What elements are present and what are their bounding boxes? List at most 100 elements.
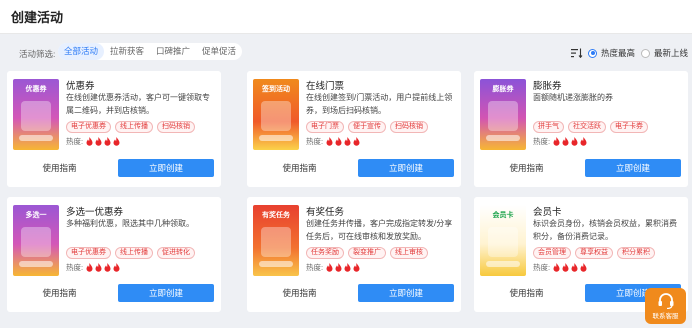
activity-tag: 扫码核销 xyxy=(390,121,428,133)
activity-tags: 电子优惠券 线上传播 促进转化 xyxy=(66,247,195,259)
activity-title: 膨胀券 xyxy=(533,81,562,92)
heat-rating: 热度: xyxy=(66,136,122,147)
activity-tags: 电子优惠券 线上传播 扫码核销 xyxy=(66,121,195,133)
filter-bar: 活动筛选: 全部活动 拉新获客 口碑推广 促单促活 热度最高 最新上线 xyxy=(0,36,692,70)
radio-hottest[interactable] xyxy=(588,48,597,58)
thumbnail-text: 签到活动 xyxy=(262,86,290,93)
thumbnail-text: 会员卡 xyxy=(492,212,514,219)
tab-new-customers[interactable]: 拉新获客 xyxy=(104,43,150,60)
activity-tag: 积分累积 xyxy=(617,247,655,259)
flame-icon xyxy=(104,263,111,272)
customer-service-label: 联系客服 xyxy=(652,313,679,320)
sort-icon xyxy=(571,48,583,58)
thumbnail-decoration xyxy=(488,227,518,257)
sort-option-newest-label: 最新上线 xyxy=(654,48,689,58)
create-now-button[interactable]: 立即创建 xyxy=(585,159,681,177)
thumbnail-decoration xyxy=(261,227,291,257)
heat-label: 热度: xyxy=(533,137,551,146)
activity-tag: 线上审核 xyxy=(390,247,428,259)
thumbnail-decoration-bar xyxy=(486,135,520,141)
customer-service-button[interactable]: 联系客服 xyxy=(645,288,686,324)
flame-icon xyxy=(113,263,120,272)
flame-icon xyxy=(580,263,587,272)
user-guide-button[interactable]: 使用指南 xyxy=(480,159,573,177)
flame-icon xyxy=(353,263,360,272)
heat-rating: 热度: xyxy=(66,262,122,273)
activity-tag: 电子优惠券 xyxy=(66,121,111,133)
user-guide-button[interactable]: 使用指南 xyxy=(13,284,106,302)
sort-option-newest[interactable]: 最新上线 xyxy=(641,47,688,59)
activity-tag: 电子优惠券 xyxy=(66,247,111,259)
activity-description: 标识会员身份，核销会员权益，累积消费积分，备份消费记录。 xyxy=(533,219,677,241)
user-guide-button[interactable]: 使用指南 xyxy=(253,284,346,302)
thumbnail-decoration xyxy=(21,227,51,257)
activity-card-reward-task: 有奖任务 有奖任务 创建任务并传播，客户完成指定转发/分享任务后，可在线审核和发放奖… xyxy=(247,197,461,312)
flame-icon xyxy=(344,263,351,272)
flame-icon xyxy=(326,137,333,146)
tab-word-of-mouth[interactable]: 口碑推广 xyxy=(150,43,196,60)
create-now-button[interactable]: 立即创建 xyxy=(358,159,454,177)
sort-option-hottest-label: 热度最高 xyxy=(601,48,636,58)
filter-tabs: 全部活动 拉新获客 口碑推广 促单促活 xyxy=(58,43,243,60)
tab-sales-promotion[interactable]: 促单促活 xyxy=(196,43,242,60)
activity-tag: 尊享权益 xyxy=(575,247,613,259)
create-now-button[interactable]: 立即创建 xyxy=(118,284,214,302)
activity-tag: 拼手气 xyxy=(533,121,564,133)
thumbnail-text: 多选一 xyxy=(25,212,47,219)
page-title: 创建活动 xyxy=(11,10,64,25)
flame-icon xyxy=(562,263,569,272)
activity-title: 优惠券 xyxy=(66,81,95,92)
flame-icon xyxy=(553,137,560,146)
activity-tags: 任务奖励 裂变推广 线上审核 xyxy=(306,247,428,259)
flame-icon xyxy=(344,137,351,146)
flame-icon xyxy=(353,137,360,146)
thumbnail-decoration-bar xyxy=(19,135,53,141)
thumbnail-decoration xyxy=(21,101,51,131)
activity-tag: 扫码核销 xyxy=(157,121,195,133)
tab-all-activities[interactable]: 全部活动 xyxy=(58,43,105,60)
heat-rating: 热度: xyxy=(306,136,362,147)
flame-icon xyxy=(95,137,102,146)
heat-label: 热度: xyxy=(66,137,84,146)
activity-thumbnail: 优惠券 xyxy=(13,79,59,150)
flame-icon xyxy=(86,137,93,146)
create-now-button[interactable]: 立即创建 xyxy=(358,284,454,302)
activity-tags: 电子门票 便于宣传 扫码核销 xyxy=(306,121,428,133)
flame-icon xyxy=(326,263,333,272)
activity-description: 多种福利优惠，限选其中几种领取。 xyxy=(66,219,194,228)
activity-tag: 电子卡券 xyxy=(610,121,648,133)
heat-label: 热度: xyxy=(306,263,324,272)
user-guide-button[interactable]: 使用指南 xyxy=(13,159,106,177)
sort-option-hottest[interactable]: 热度最高 xyxy=(588,47,635,59)
thumbnail-decoration-bar xyxy=(259,261,293,267)
flame-icon xyxy=(86,263,93,272)
activity-tag: 任务奖励 xyxy=(306,247,344,259)
create-now-button[interactable]: 立即创建 xyxy=(118,159,214,177)
thumbnail-text: 有奖任务 xyxy=(262,212,290,219)
user-guide-button[interactable]: 使用指南 xyxy=(480,284,573,302)
activity-thumbnail: 签到活动 xyxy=(253,79,299,150)
thumbnail-decoration xyxy=(488,101,518,131)
activity-title: 有奖任务 xyxy=(306,207,345,218)
thumbnail-text: 优惠券 xyxy=(25,86,47,93)
flame-icon xyxy=(571,263,578,272)
heat-rating: 热度: xyxy=(306,262,362,273)
filter-label: 活动筛选: xyxy=(19,49,56,59)
activity-description: 创建任务并传播，客户完成指定转发/分享任务后，可在线审核和发放奖励。 xyxy=(306,219,453,241)
activity-thumbnail: 会员卡 xyxy=(480,205,526,276)
radio-newest[interactable] xyxy=(641,48,650,58)
activity-card-expanding-coupon: 膨胀券 膨胀券 面额随机递涨膨胀的券 拼手气 社交活跃 电子卡券 热度: 使用指南 立即创建 xyxy=(474,71,688,187)
activity-tag: 社交活跃 xyxy=(568,121,606,133)
flame-icon xyxy=(562,137,569,146)
activity-card-coupon: 优惠券 优惠券 在线创建优惠券活动，客户可一键领取专属二维码，并到店核销。 电子优惠券… xyxy=(7,71,221,187)
activity-tag: 会员管理 xyxy=(533,247,571,259)
activity-tags: 会员管理 尊享权益 积分累积 xyxy=(533,247,655,259)
flame-icon xyxy=(571,137,578,146)
activity-tags: 拼手气 社交活跃 电子卡券 xyxy=(533,121,648,133)
flame-icon xyxy=(553,263,560,272)
user-guide-button[interactable]: 使用指南 xyxy=(253,159,346,177)
thumbnail-text: 膨胀券 xyxy=(492,86,514,93)
thumbnail-decoration xyxy=(261,101,291,131)
activity-thumbnail: 有奖任务 xyxy=(253,205,299,276)
activity-title: 在线门票 xyxy=(306,81,345,92)
